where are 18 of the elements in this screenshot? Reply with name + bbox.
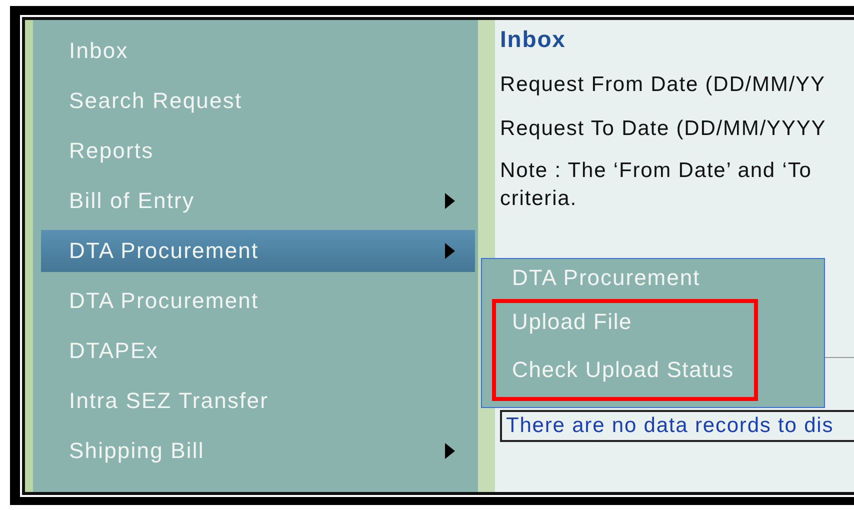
submenu-item[interactable]: Upload File — [512, 309, 632, 357]
sidebar-item[interactable]: DTA Procurement — [41, 230, 475, 272]
content-text: criteria. — [500, 187, 577, 211]
empty-message: There are no data records to dis — [500, 410, 854, 442]
submenu-item[interactable]: Check Upload Status — [512, 357, 734, 405]
sidebar-item[interactable]: Intra SEZ Transfer — [41, 380, 475, 422]
sidebar-item[interactable]: Shipping Bill — [41, 430, 475, 472]
sidebar-item[interactable]: DTAPEx — [41, 330, 475, 372]
content-text: Note : The ‘From Date’ and ‘To — [500, 159, 812, 183]
sidebar-item[interactable]: Bill of Entry — [41, 180, 475, 222]
sidebar-item[interactable]: DTA Procurement — [41, 280, 475, 322]
page-title: Inbox — [500, 26, 566, 53]
sidebar-item[interactable]: Search Request — [41, 80, 475, 122]
sidebar-item[interactable]: Inbox — [41, 30, 475, 72]
sidebar-item[interactable]: Reports — [41, 130, 475, 172]
submenu-title: DTA Procurement — [511, 265, 702, 291]
content-text: Request To Date (DD/MM/YYYY — [500, 117, 826, 141]
content-text: Request From Date (DD/MM/YY — [500, 73, 826, 97]
